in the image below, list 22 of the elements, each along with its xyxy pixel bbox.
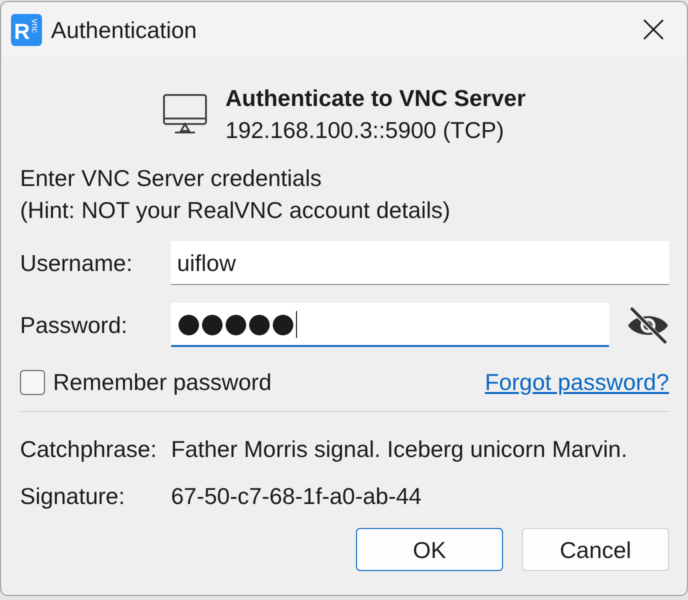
server-address: 192.168.100.3::5900 (TCP) (225, 116, 506, 145)
instruction-text: Enter VNC Server credentials (20, 164, 323, 193)
monitor-icon (163, 94, 208, 134)
close-icon (642, 19, 664, 40)
field-label: Password: (20, 311, 128, 340)
dialog-button[interactable]: Cancel (522, 528, 669, 571)
detail-label: Signature: (20, 482, 126, 511)
dialog-button[interactable]: OK (356, 528, 503, 571)
app-logo-icon: R vnc (11, 14, 42, 46)
field-label: Username: (20, 249, 134, 278)
dialog-heading: Authenticate to VNC Server (225, 84, 526, 113)
detail-label: Catchphrase: (20, 435, 158, 464)
eye-slash-icon[interactable] (627, 306, 669, 344)
username-field[interactable]: uiflow (171, 241, 669, 285)
remember-checkbox[interactable] (20, 370, 45, 394)
hint-text: (Hint: NOT your RealVNC account details) (20, 196, 452, 225)
password-field[interactable]: ●●●●● (171, 303, 609, 347)
checkbox-label[interactable]: Remember password (53, 366, 272, 398)
detail-value: 67-50-c7-68-1f-a0-ab-44 (171, 482, 422, 511)
forgot-password-link[interactable]: Forgot password? (484, 366, 669, 398)
window-title: Authentication (51, 16, 197, 44)
detail-value: Father Morris signal. Iceberg unicorn Marvin. (171, 435, 628, 464)
